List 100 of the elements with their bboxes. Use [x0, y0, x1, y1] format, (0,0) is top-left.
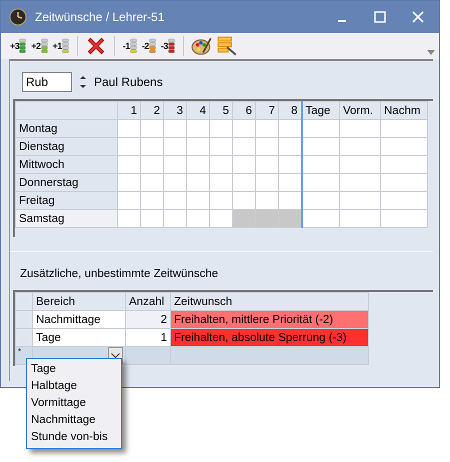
- time-cell[interactable]: [118, 192, 140, 210]
- table-cell[interactable]: Tage: [32, 328, 126, 346]
- column-header: 1: [118, 102, 140, 120]
- time-cell[interactable]: [140, 138, 164, 156]
- time-cell[interactable]: [186, 156, 210, 174]
- priority-up-button[interactable]: +1: [52, 35, 70, 57]
- level-bars-icon: [168, 38, 175, 54]
- column-header: Zeitwunsch: [170, 292, 368, 310]
- overflow-icon[interactable]: [427, 50, 435, 55]
- edit-list-icon[interactable]: [216, 35, 238, 57]
- time-cell[interactable]: [256, 192, 278, 210]
- time-cell[interactable]: [186, 210, 210, 228]
- time-cell[interactable]: [164, 192, 186, 210]
- time-cell[interactable]: [340, 210, 380, 228]
- level-bars-icon: [40, 38, 48, 54]
- column-header: 5: [210, 102, 232, 120]
- section-title: Zusätzliche, unbestimmte Zeitwünsche: [10, 251, 433, 290]
- teacher-field[interactable]: Rub: [22, 72, 72, 92]
- time-cell[interactable]: [210, 156, 232, 174]
- time-cell[interactable]: [118, 120, 140, 138]
- time-cell[interactable]: [278, 174, 302, 192]
- time-cell[interactable]: [210, 120, 232, 138]
- column-header: Anzahl: [126, 292, 170, 310]
- time-cell[interactable]: [210, 174, 232, 192]
- time-cell[interactable]: [164, 120, 186, 138]
- priority-down-button[interactable]: -3: [160, 35, 176, 57]
- time-cell[interactable]: [140, 156, 164, 174]
- time-cell[interactable]: [186, 192, 210, 210]
- column-header: 8: [278, 102, 302, 120]
- day-label[interactable]: Donnerstag: [16, 174, 118, 192]
- priority-cell[interactable]: Freihalten, mittlere Priorität (-2): [170, 310, 368, 328]
- time-cell[interactable]: [340, 192, 380, 210]
- time-cell[interactable]: [164, 210, 186, 228]
- time-cell[interactable]: [164, 156, 186, 174]
- time-cell[interactable]: [256, 156, 278, 174]
- day-label[interactable]: Samstag: [16, 210, 118, 228]
- time-cell[interactable]: [380, 174, 428, 192]
- time-cell[interactable]: [380, 120, 428, 138]
- time-cell[interactable]: [118, 138, 140, 156]
- time-cell[interactable]: [118, 210, 140, 228]
- column-header: 3: [164, 102, 186, 120]
- column-header: 4: [186, 102, 210, 120]
- time-cell[interactable]: [210, 192, 232, 210]
- time-cell[interactable]: [186, 120, 210, 138]
- time-cell[interactable]: [164, 174, 186, 192]
- day-label[interactable]: Mittwoch: [16, 156, 118, 174]
- time-cell[interactable]: [164, 138, 186, 156]
- priority-up-button[interactable]: +3: [9, 35, 28, 57]
- day-label[interactable]: Freitag: [16, 192, 118, 210]
- time-cell[interactable]: [380, 156, 428, 174]
- dropdown-item[interactable]: Nachmittage: [27, 412, 121, 429]
- table-cell[interactable]: Nachmittage: [32, 310, 126, 328]
- time-cell[interactable]: [278, 156, 302, 174]
- priority-down-button[interactable]: -1: [122, 35, 138, 57]
- column-header: Nachm: [380, 102, 428, 120]
- time-cell[interactable]: [340, 156, 380, 174]
- time-cell[interactable]: [340, 138, 380, 156]
- time-cell[interactable]: [232, 156, 256, 174]
- time-cell[interactable]: [380, 138, 428, 156]
- priority-down-button[interactable]: -2: [140, 35, 157, 57]
- time-cell[interactable]: [232, 174, 256, 192]
- table-cell[interactable]: 1: [126, 328, 170, 346]
- time-cell[interactable]: [118, 156, 140, 174]
- time-cell[interactable]: [340, 174, 380, 192]
- time-cell[interactable]: [256, 174, 278, 192]
- time-cell[interactable]: [340, 120, 380, 138]
- time-cell[interactable]: [210, 138, 232, 156]
- dropdown-item[interactable]: Halbtage: [27, 378, 121, 395]
- priority-cell[interactable]: Freihalten, absolute Sperrung (-3): [170, 328, 368, 346]
- time-cell[interactable]: [118, 174, 140, 192]
- time-cell[interactable]: [278, 192, 302, 210]
- column-header: Bereich: [32, 292, 126, 310]
- time-cell[interactable]: [232, 138, 256, 156]
- time-cell[interactable]: [232, 192, 256, 210]
- level-bars-icon: [148, 38, 156, 54]
- level-bars-icon: [130, 38, 137, 54]
- time-cell[interactable]: [278, 138, 302, 156]
- table-cell[interactable]: 2: [126, 310, 170, 328]
- palette-icon[interactable]: [190, 35, 213, 57]
- day-label[interactable]: Dienstag: [16, 138, 118, 156]
- time-cell[interactable]: [140, 174, 164, 192]
- column-header: 2: [140, 102, 164, 120]
- time-cell[interactable]: [380, 192, 428, 210]
- priority-up-button[interactable]: +2: [30, 35, 49, 57]
- time-cell[interactable]: [232, 120, 256, 138]
- time-cell[interactable]: [278, 120, 302, 138]
- time-cell[interactable]: [140, 192, 164, 210]
- time-cell[interactable]: [380, 210, 428, 228]
- column-header: 6: [232, 102, 256, 120]
- time-cell[interactable]: [210, 210, 232, 228]
- time-cell[interactable]: [256, 138, 278, 156]
- time-cell[interactable]: [186, 138, 210, 156]
- time-cell[interactable]: [256, 120, 278, 138]
- time-cell[interactable]: [140, 120, 164, 138]
- day-label[interactable]: Montag: [16, 120, 118, 138]
- time-cell[interactable]: [140, 210, 164, 228]
- dropdown-item[interactable]: Stunde von-bis: [27, 429, 121, 446]
- time-cell[interactable]: [186, 174, 210, 192]
- level-bars-icon: [19, 38, 26, 54]
- dropdown-item[interactable]: Vormittage: [27, 395, 121, 412]
